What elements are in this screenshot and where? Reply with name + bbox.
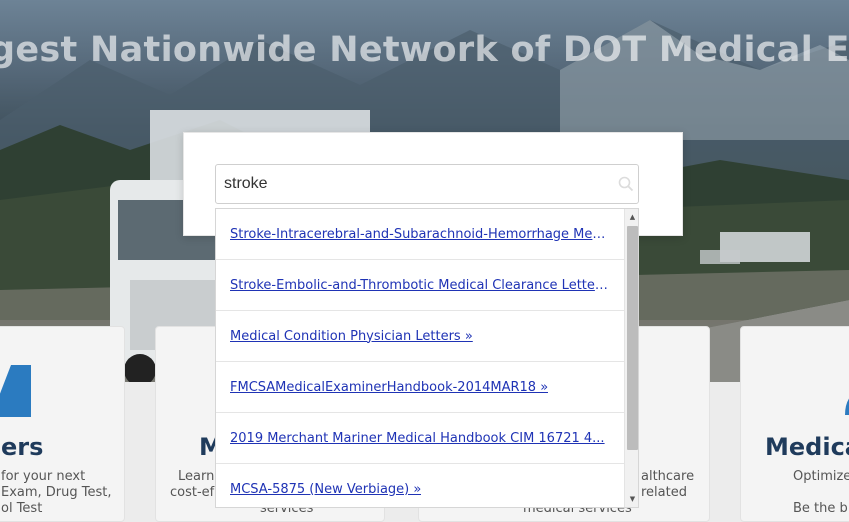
hero-title: gest Nationwide Network of DOT Medical E… — [0, 30, 849, 70]
result-link[interactable]: Stroke-Intracerebral-and-Subarachnoid-He… — [230, 227, 610, 242]
card-text-line: Optimize — [793, 469, 849, 484]
result-link[interactable]: 2019 Merchant Mariner Medical Handbook C… — [230, 431, 605, 446]
card-title: Medica — [765, 433, 849, 461]
result-link[interactable]: Stroke-Embolic-and-Thrombotic Medical Cl… — [230, 278, 610, 293]
card-medical-examiners[interactable]: Medica Optimize Be the b — [740, 326, 849, 522]
result-item[interactable]: Stroke-Embolic-and-Thrombotic Medical Cl… — [216, 260, 624, 311]
card-text-line: althcare — [641, 469, 695, 484]
card-text-line: Be the b — [793, 501, 848, 516]
result-item[interactable]: Stroke-Intracerebral-and-Subarachnoid-He… — [216, 209, 624, 260]
result-item[interactable]: FMCSAMedicalExaminerHandbook-2014MAR18 » — [216, 362, 624, 413]
card-drivers[interactable]: ers for your next Exam, Drug Test, ol Te… — [0, 326, 125, 522]
card-title: ers — [1, 433, 44, 461]
result-link[interactable]: FMCSAMedicalExaminerHandbook-2014MAR18 » — [230, 380, 548, 395]
result-link[interactable]: MCSA-5875 (New Verbiage) » — [230, 482, 421, 497]
result-item[interactable]: Medical Condition Physician Letters » — [216, 311, 624, 362]
result-item[interactable]: MCSA-5875 (New Verbiage) » — [216, 464, 624, 507]
scroll-thumb[interactable] — [627, 226, 638, 450]
card-text-line: related — [641, 485, 687, 500]
scroll-up-arrow-icon[interactable]: ▲ — [625, 209, 638, 225]
card-text-line: Exam, Drug Test, — [1, 485, 112, 500]
card-icon — [0, 365, 31, 417]
card-text-line: Learn — [178, 469, 215, 484]
result-link[interactable]: Medical Condition Physician Letters » — [230, 329, 473, 344]
card-text-line: for your next — [1, 469, 86, 484]
search-icon[interactable] — [617, 175, 635, 193]
search-results-dropdown: Stroke-Intracerebral-and-Subarachnoid-He… — [215, 208, 639, 508]
card-text-line: ol Test — [1, 501, 43, 516]
dropdown-scrollbar[interactable]: ▲ ▼ — [624, 209, 638, 507]
card-text-line: cost-ef — [170, 485, 215, 500]
scroll-down-arrow-icon[interactable]: ▼ — [625, 491, 638, 507]
card-icon — [845, 398, 849, 415]
result-item[interactable]: 2019 Merchant Mariner Medical Handbook C… — [216, 413, 624, 464]
search-input[interactable] — [215, 164, 639, 204]
